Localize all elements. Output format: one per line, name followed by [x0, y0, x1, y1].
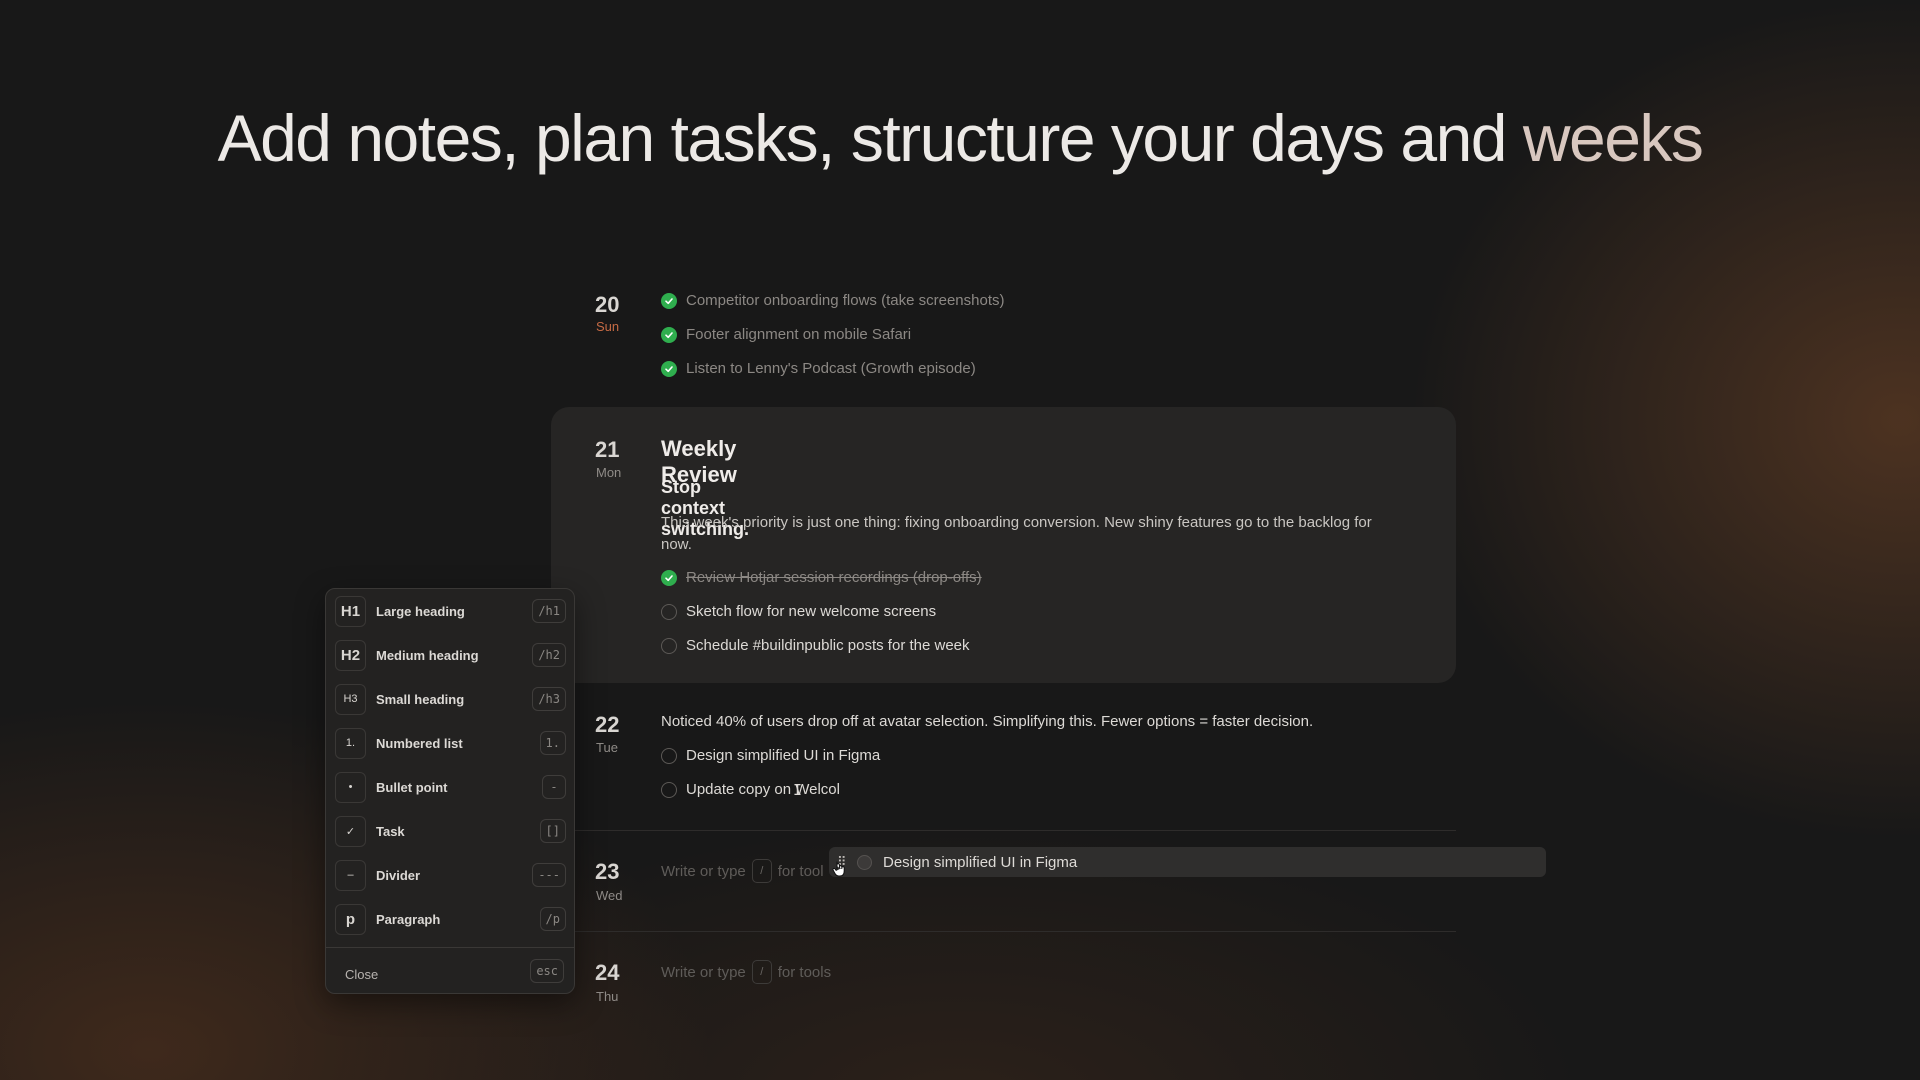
menu-item-divider[interactable]: – Divider ---: [335, 859, 566, 891]
day-divider: [575, 931, 1456, 932]
task-label: Review Hotjar session recordings (drop-o…: [686, 569, 982, 586]
menu-item-label: Task: [376, 823, 405, 839]
numbered-list-icon: 1.: [335, 727, 366, 759]
note-paragraph[interactable]: Noticed 40% of users drop off at avatar …: [661, 713, 1313, 730]
placeholder-text: Write or type: [661, 963, 746, 981]
note-input-placeholder[interactable]: Write or type / for tool: [661, 859, 824, 883]
menu-shortcut: /h1: [532, 599, 566, 623]
placeholder-text: Write or type: [661, 862, 746, 880]
menu-item-bullet-point[interactable]: • Bullet point -: [335, 771, 566, 803]
day-divider: [575, 830, 1456, 831]
task-item[interactable]: Review Hotjar session recordings (drop-o…: [661, 569, 982, 586]
menu-item-label: Numbered list: [376, 735, 463, 751]
note-paragraph[interactable]: This week's priority is just one thing: …: [661, 512, 1396, 556]
date-weekday: Thu: [596, 989, 619, 1004]
task-label: Design simplified UI in Figma: [883, 853, 1078, 871]
menu-item-label: Large heading: [376, 603, 465, 619]
checkbox-empty-icon[interactable]: [661, 603, 677, 620]
checkmark-done-icon[interactable]: [661, 360, 677, 377]
checkbox-empty-icon[interactable]: [661, 637, 677, 654]
menu-shortcut: /p: [539, 907, 566, 931]
task-item[interactable]: Design simplified UI in Figma: [661, 747, 880, 764]
date-weekday: Mon: [596, 465, 622, 480]
checkbox-empty-icon: [857, 854, 872, 870]
task-item[interactable]: Update copy on Welcol: [661, 781, 840, 798]
divider-icon: –: [335, 859, 366, 891]
text-cursor-icon: I: [793, 781, 803, 799]
menu-separator: [326, 947, 574, 948]
page-headline: Add notes, plan tasks, structure your da…: [0, 100, 1920, 176]
checkmark-done-icon[interactable]: [661, 569, 677, 586]
date-number: 23: [595, 859, 620, 884]
placeholder-text: for tools: [777, 963, 832, 981]
task-item[interactable]: Competitor onboarding flows (take screen…: [661, 292, 1005, 309]
menu-shortcut: -: [542, 775, 566, 799]
menu-shortcut: ---: [532, 863, 566, 887]
date-number: 21: [595, 437, 620, 462]
menu-item-small-heading[interactable]: H3 Small heading /h3: [335, 683, 566, 715]
task-item[interactable]: Sketch flow for new welcome screens: [661, 603, 936, 620]
menu-close-shortcut: esc: [530, 959, 564, 983]
menu-item-paragraph[interactable]: p Paragraph /p: [335, 903, 566, 935]
task-label: Footer alignment on mobile Safari: [686, 326, 912, 343]
task-label: Update copy on Welcol: [686, 781, 840, 798]
checkmark-done-icon[interactable]: [661, 326, 677, 343]
note-input-placeholder[interactable]: Write or type / for tools: [661, 960, 831, 984]
date-number: 22: [595, 712, 620, 737]
menu-item-task[interactable]: ✓ Task []: [335, 815, 566, 847]
heading-2-icon: H2: [335, 639, 366, 671]
headline-tail: weeks: [1522, 101, 1704, 175]
menu-item-label: Bullet point: [376, 779, 448, 795]
menu-item-numbered-list[interactable]: 1. Numbered list 1.: [335, 727, 566, 759]
menu-item-label: Paragraph: [376, 911, 441, 927]
date-number: 24: [595, 960, 620, 985]
checkmark-done-icon[interactable]: [661, 292, 677, 309]
menu-item-label: Medium heading: [376, 647, 479, 663]
dragging-task[interactable]: ⠿ Design simplified UI in Figma: [829, 847, 1546, 877]
date-weekday: Sun: [596, 319, 620, 334]
heading-1-icon: H1: [335, 595, 366, 627]
task-item[interactable]: Schedule #buildinpublic posts for the we…: [661, 637, 970, 654]
checkbox-empty-icon[interactable]: [661, 781, 677, 798]
menu-item-label: Divider: [376, 867, 421, 883]
task-item[interactable]: Listen to Lenny's Podcast (Growth episod…: [661, 360, 976, 377]
date-weekday: Tue: [596, 740, 618, 755]
slash-key: /: [751, 859, 772, 883]
menu-close-button[interactable]: Close: [345, 967, 378, 982]
task-label: Schedule #buildinpublic posts for the we…: [686, 637, 970, 654]
menu-shortcut: /h2: [532, 643, 566, 667]
headline-main: Add notes, plan tasks, structure your da…: [217, 101, 1508, 175]
menu-shortcut: 1.: [539, 731, 566, 755]
checkmark-icon: ✓: [335, 815, 366, 847]
menu-shortcut: /h3: [532, 687, 566, 711]
date-number: 20: [595, 292, 620, 317]
task-label: Listen to Lenny's Podcast (Growth episod…: [686, 360, 976, 377]
bullet-icon: •: [335, 771, 366, 803]
paragraph-icon: p: [335, 903, 366, 935]
task-label: Competitor onboarding flows (take screen…: [686, 292, 1005, 309]
slash-command-menu: H1 Large heading /h1 H2 Medium heading /…: [325, 588, 575, 994]
menu-item-label: Small heading: [376, 691, 465, 707]
heading-3-icon: H3: [335, 683, 366, 715]
task-label: Sketch flow for new welcome screens: [686, 603, 937, 620]
placeholder-text: for tool: [777, 862, 824, 880]
task-label: Design simplified UI in Figma: [686, 747, 881, 764]
menu-shortcut: []: [539, 819, 566, 843]
slash-key: /: [751, 960, 772, 984]
task-item[interactable]: Footer alignment on mobile Safari: [661, 326, 911, 343]
menu-item-medium-heading[interactable]: H2 Medium heading /h2: [335, 639, 566, 671]
checkbox-empty-icon[interactable]: [661, 747, 677, 764]
grab-cursor-icon: [832, 861, 845, 877]
menu-item-large-heading[interactable]: H1 Large heading /h1: [335, 595, 566, 627]
date-weekday: Wed: [596, 888, 623, 903]
